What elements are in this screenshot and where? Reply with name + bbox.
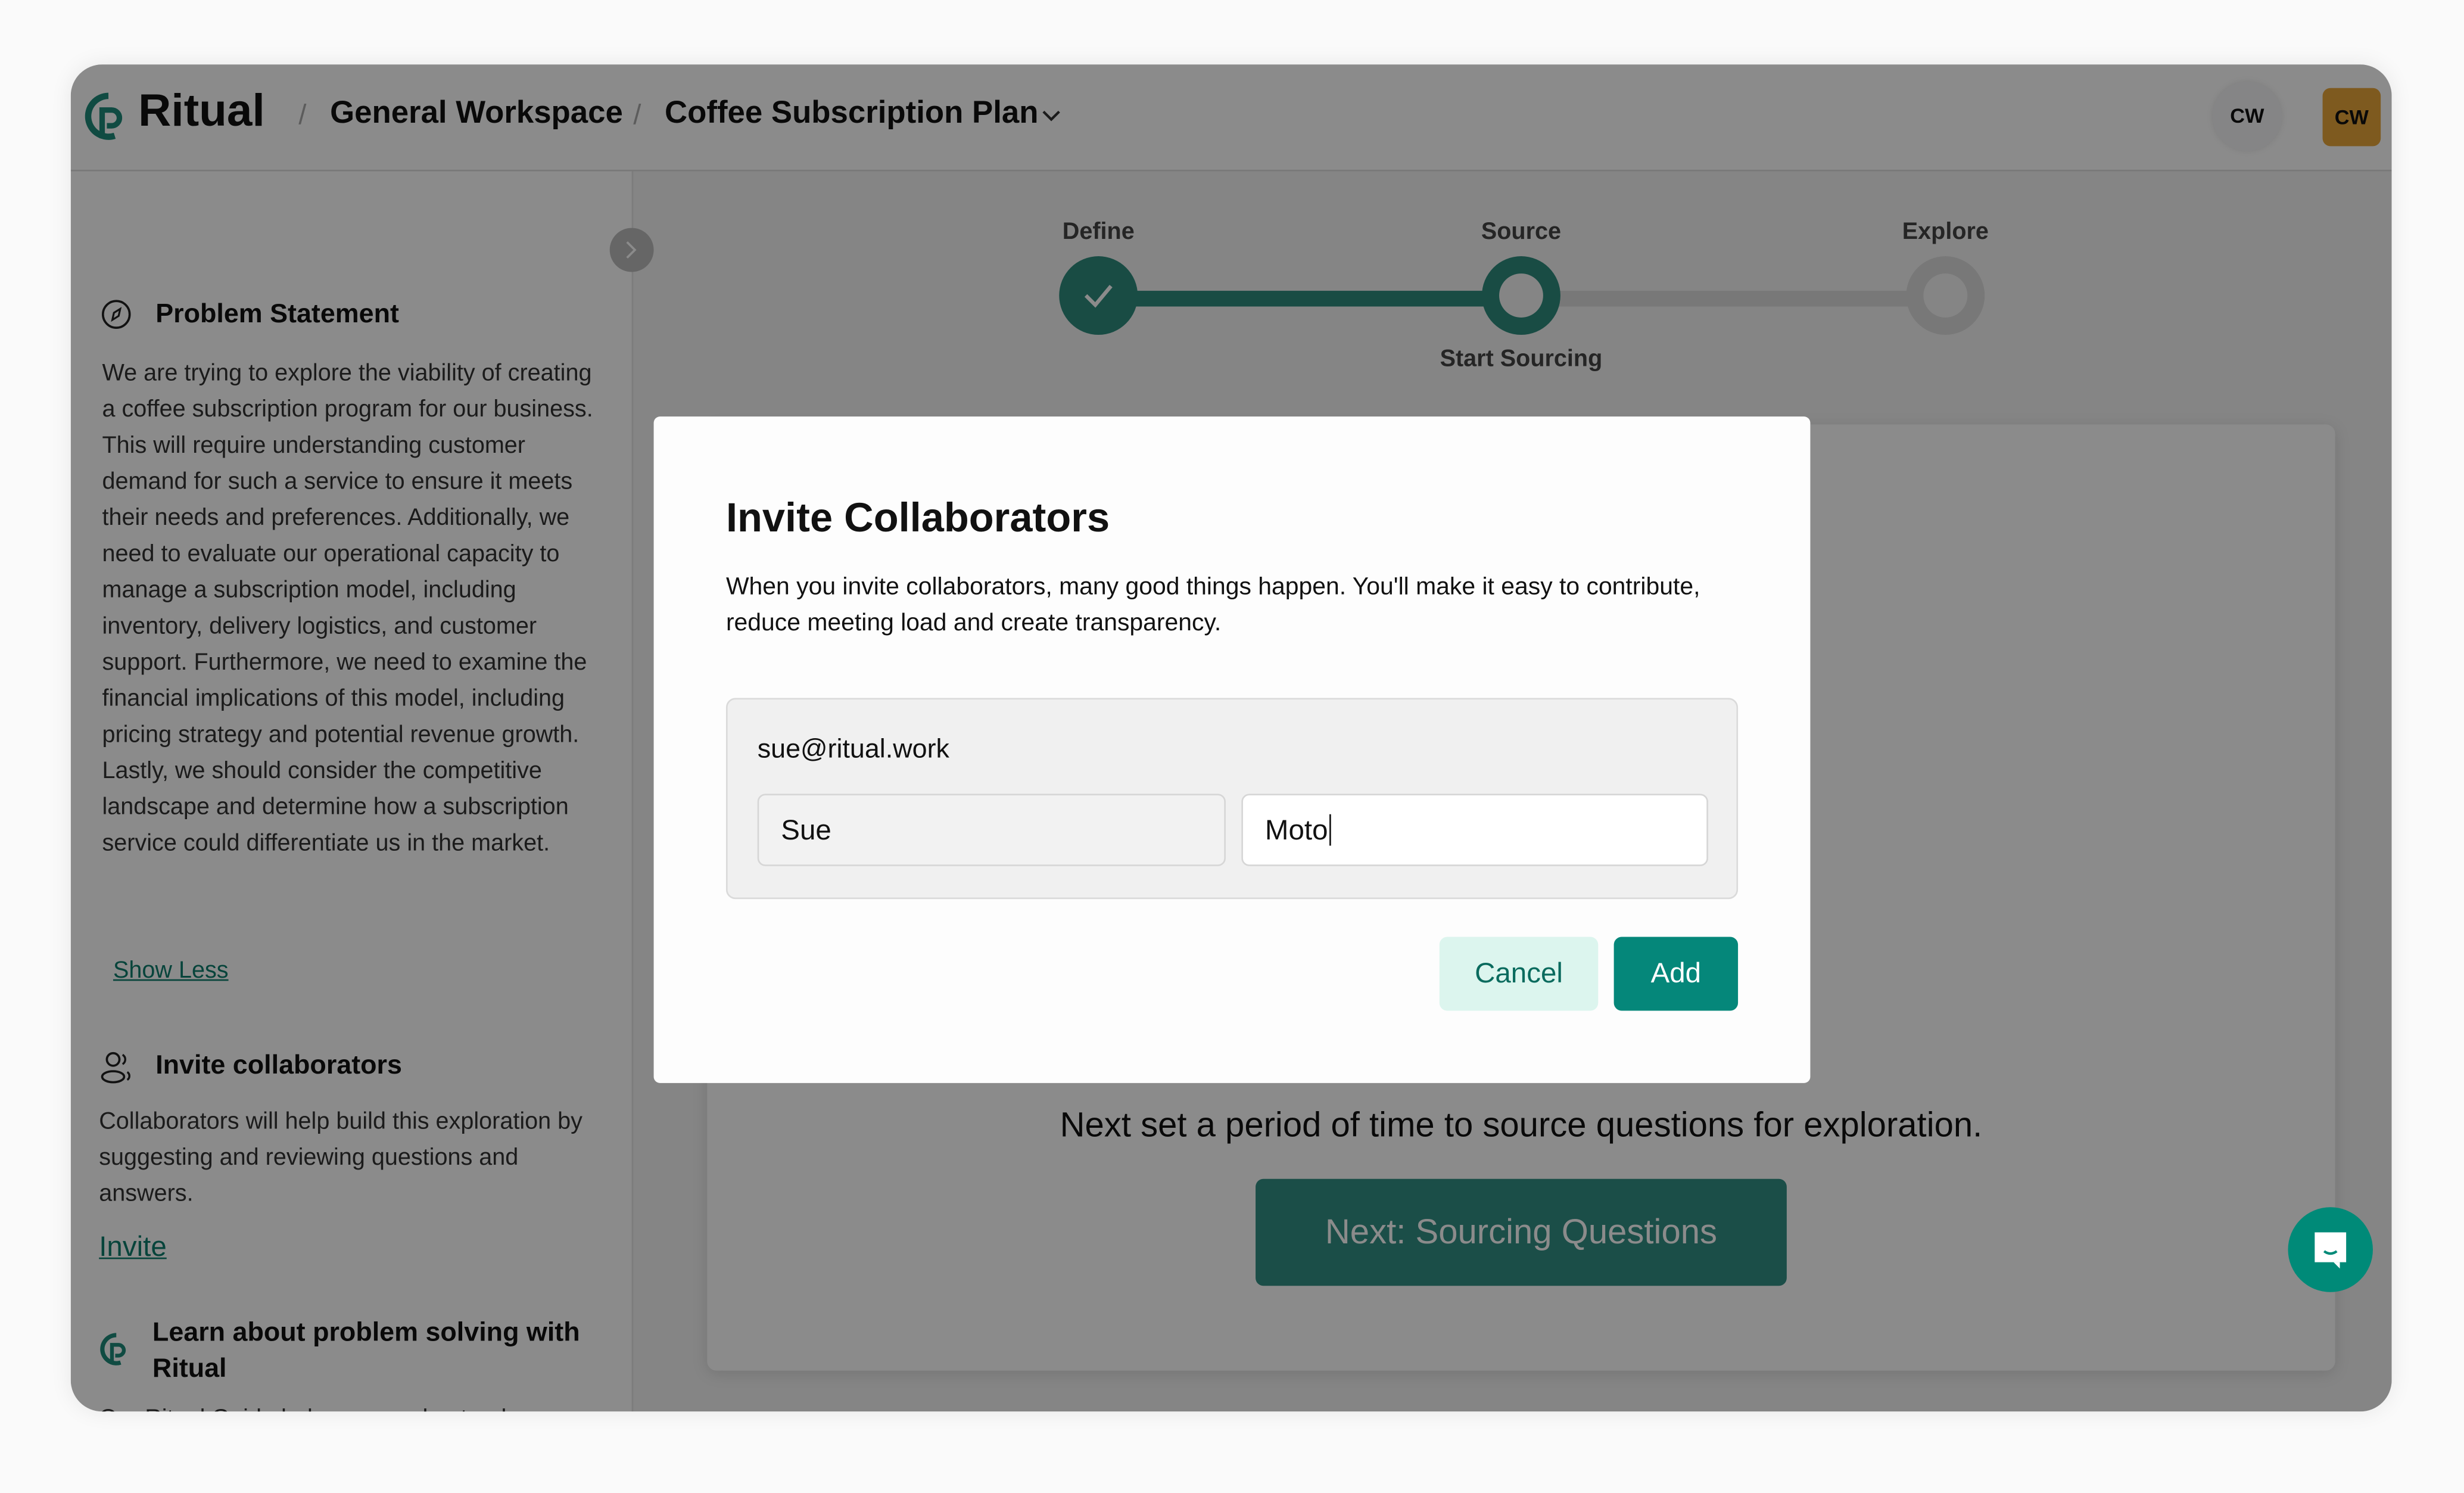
add-button[interactable]: Add [1613,937,1739,1011]
invite-collaborators-modal: Invite Collaborators When you invite col… [653,416,1811,1083]
last-name-value: Moto [1264,814,1328,846]
chat-icon [2315,1232,2347,1269]
collaborator-entry: sue@ritual.work Sue Moto [725,698,1739,900]
last-name-input[interactable]: Moto [1241,794,1708,866]
chat-button[interactable] [2288,1207,2373,1292]
modal-description: When you invite collaborators, many good… [725,574,1700,637]
collaborator-email: sue@ritual.work [757,734,949,764]
cancel-button[interactable]: Cancel [1439,937,1599,1011]
first-name-input[interactable]: Sue [757,794,1226,866]
text-cursor [1329,814,1331,846]
modal-title: Invite Collaborators [725,493,1110,541]
